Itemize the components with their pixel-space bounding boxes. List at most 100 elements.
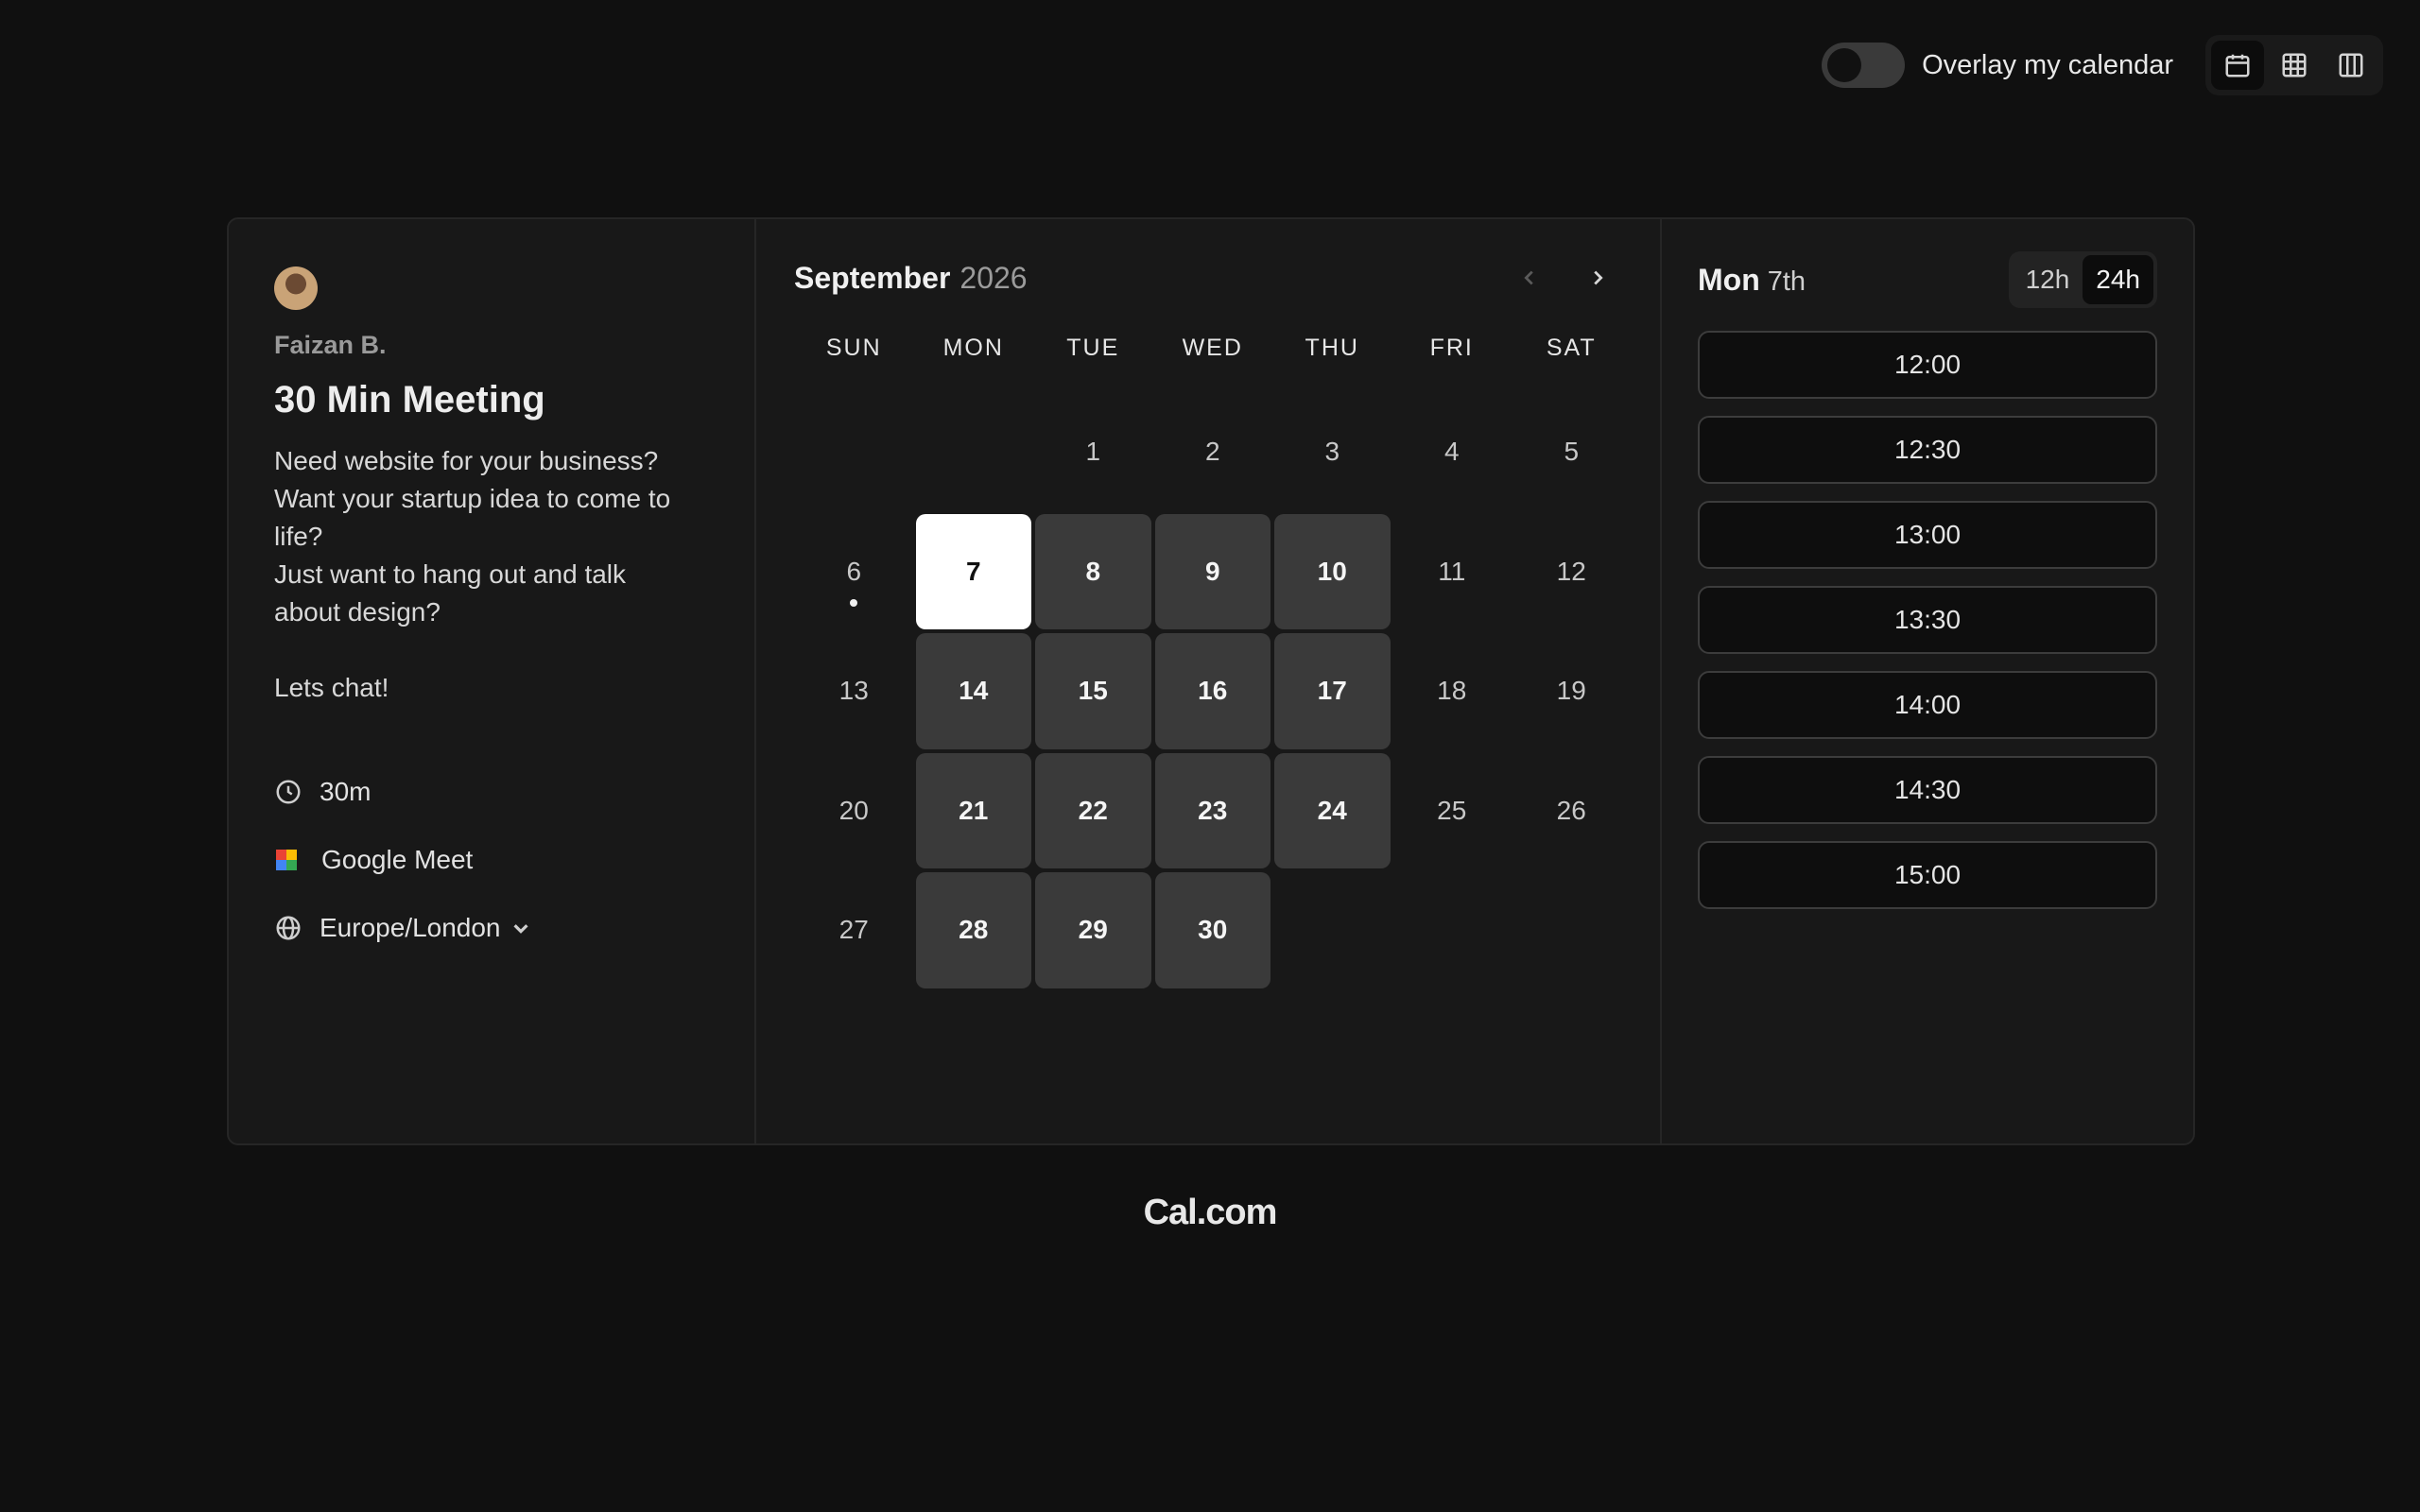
time-format-toggle: 12h 24h <box>2008 251 2157 308</box>
month-name: September <box>794 260 951 295</box>
time-slot-button[interactable]: 15:00 <box>1698 841 2157 909</box>
calendar-empty-cell <box>914 392 1034 512</box>
day-number: 12 <box>1556 556 1586 586</box>
timezone-label: Europe/London <box>320 913 501 942</box>
calendar-day-available[interactable]: 8 <box>1035 513 1151 629</box>
day-number: 1 <box>1085 437 1101 467</box>
format-12h-button[interactable]: 12h <box>2013 255 2083 304</box>
calendar-day-available[interactable]: 30 <box>1154 872 1270 988</box>
clock-icon <box>276 780 301 804</box>
calendar-day: 1 <box>1035 394 1151 510</box>
day-number: 21 <box>959 795 989 825</box>
calendar-day-available[interactable]: 17 <box>1274 633 1391 749</box>
event-info-panel: Faizan B. 30 Min Meeting Need website fo… <box>229 219 756 1143</box>
day-number: 8 <box>1085 556 1101 586</box>
day-number: 28 <box>959 915 989 945</box>
day-number: 25 <box>1437 795 1467 825</box>
day-number: 9 <box>1204 556 1220 586</box>
calendar-day: 27 <box>796 872 912 988</box>
avatar <box>274 266 318 310</box>
calendar-day-selected[interactable]: 7 <box>915 513 1031 629</box>
calendar-day: 5 <box>1513 394 1630 510</box>
calendar-day: 2 <box>1155 394 1271 510</box>
weekday-label: SUN <box>825 335 882 361</box>
day-number: 14 <box>959 676 989 706</box>
time-slot-button[interactable]: 12:30 <box>1698 416 2157 484</box>
day-number: 2 <box>1204 437 1220 467</box>
weekday-label: MON <box>942 335 1004 361</box>
day-number: 29 <box>1078 915 1108 945</box>
day-number: 22 <box>1078 795 1108 825</box>
location-row: Google Meet <box>274 826 709 894</box>
toggle-knob <box>1827 48 1862 82</box>
day-number: 27 <box>838 915 869 945</box>
day-number: 26 <box>1556 795 1586 825</box>
time-slot-list: 12:00 12:30 13:00 13:30 14:00 14:30 15:00 <box>1698 331 2157 909</box>
day-number: 15 <box>1078 676 1108 706</box>
event-meta: 30m Google Meet Europe/London <box>274 758 709 962</box>
month-navigation <box>1512 259 1615 297</box>
day-number: 23 <box>1198 795 1228 825</box>
day-number: 4 <box>1443 437 1460 467</box>
timezone-select[interactable]: Europe/London <box>274 894 709 962</box>
prev-month-button[interactable] <box>1512 259 1547 297</box>
month-view-button[interactable] <box>2211 41 2264 90</box>
calendar-day-available[interactable]: 24 <box>1274 752 1391 868</box>
duration-label: 30m <box>320 777 372 806</box>
grid-icon <box>2282 53 2307 77</box>
calendar-day: 18 <box>1394 633 1511 749</box>
month-header: September 2026 <box>794 259 1622 297</box>
calendar-day-available[interactable]: 29 <box>1035 872 1151 988</box>
weekday-label: FRI <box>1429 335 1474 361</box>
year-label: 2026 <box>959 260 1028 295</box>
time-slot-button[interactable]: 14:30 <box>1698 756 2157 824</box>
column-view-button[interactable] <box>2325 41 2377 90</box>
calendar-day-available[interactable]: 9 <box>1154 513 1270 629</box>
calendar-day-available[interactable]: 15 <box>1035 633 1151 749</box>
selected-day-header: Mon 7th 12h 24h <box>1698 251 2157 308</box>
calendar-icon <box>2225 54 2250 77</box>
calendar-grid: 1 2 3 4 5 6 7 8 9 10 11 12 13 14 15 16 17 18 19 20 21 22 23 24 2… <box>794 392 1622 990</box>
calendar-day-available[interactable]: 16 <box>1154 633 1270 749</box>
event-title: 30 Min Meeting <box>274 379 545 421</box>
calendar-day-available[interactable]: 10 <box>1274 513 1391 629</box>
columns-icon <box>2339 53 2363 77</box>
day-number: 24 <box>1317 795 1347 825</box>
date-picker-panel: September 2026 SUN MON TUE WED THU FRI SAT 123… <box>756 219 1662 1143</box>
weekday-label: TUE <box>1066 335 1120 361</box>
top-toolbar: Overlay my calendar <box>1822 35 2383 95</box>
next-month-button[interactable] <box>1581 259 1615 297</box>
calendar-day-available[interactable]: 23 <box>1154 752 1270 868</box>
weekday-label: WED <box>1182 335 1243 361</box>
day-number: 10 <box>1317 556 1347 586</box>
chevron-right-icon <box>1594 270 1603 285</box>
overlay-calendar-toggle[interactable] <box>1822 43 1906 88</box>
day-number: 16 <box>1198 676 1228 706</box>
time-slots-panel: Mon 7th 12h 24h 12:00 12:30 13:00 13:30 14:00… <box>1662 219 2193 1143</box>
brand-logo: Cal.com <box>1143 1193 1278 1232</box>
format-24h-button[interactable]: 24h <box>2083 255 2153 304</box>
chevron-left-icon <box>1524 270 1533 285</box>
day-number: 7 <box>965 556 981 586</box>
calendar-day-available[interactable]: 22 <box>1035 752 1151 868</box>
day-number: 11 <box>1438 556 1466 586</box>
calendar-day: 19 <box>1513 633 1630 749</box>
selected-day-name: Mon <box>1698 262 1760 297</box>
globe-icon <box>276 916 301 940</box>
time-slot-button[interactable]: 14:00 <box>1698 671 2157 739</box>
selected-day: Mon 7th <box>1698 263 1806 298</box>
time-slot-button[interactable]: 13:00 <box>1698 501 2157 569</box>
week-view-button[interactable] <box>2268 41 2321 90</box>
calendar-day: 11 <box>1394 514 1511 630</box>
location-label: Google Meet <box>321 845 474 874</box>
calendar-day: 3 <box>1274 394 1391 510</box>
chevron-down-icon <box>512 924 528 934</box>
view-switcher <box>2205 35 2383 95</box>
calendar-day-available[interactable]: 21 <box>915 752 1031 868</box>
duration-row: 30m <box>274 758 709 826</box>
time-slot-button[interactable]: 13:30 <box>1698 586 2157 654</box>
selected-day-number: 7th <box>1767 266 1806 297</box>
calendar-day-available[interactable]: 28 <box>915 872 1031 988</box>
time-slot-button[interactable]: 12:00 <box>1698 331 2157 399</box>
calendar-day-available[interactable]: 14 <box>915 633 1031 749</box>
